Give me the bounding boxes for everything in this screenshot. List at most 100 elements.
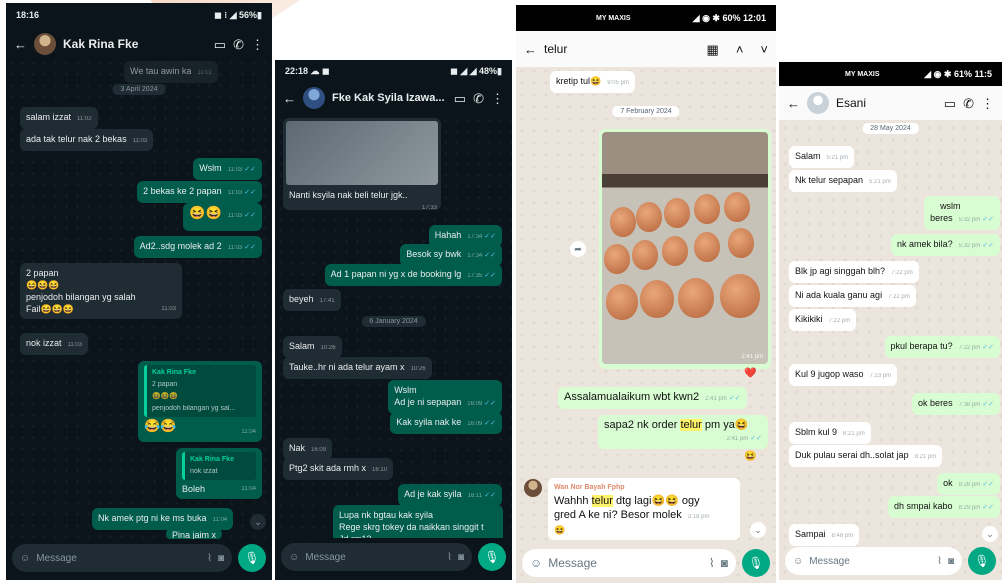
message-bubble[interactable]: Blk jp agi singgah blh? 7:22 pm: [789, 261, 919, 283]
message-bubble[interactable]: Duk pulau serai dh..solat jap 8:21 pm: [789, 445, 943, 467]
message-bubble[interactable]: Nk telur sepapan 5:21 pm: [789, 170, 897, 192]
quoted-message[interactable]: Kak Rina Fke 2 papan 😆😆😆 penjodoh bilangan …: [144, 365, 256, 417]
chevron-down-icon[interactable]: ˅: [760, 43, 768, 56]
mic-button[interactable]: 🎙: [968, 547, 996, 575]
contact-name[interactable]: Esani: [836, 96, 937, 110]
chevron-up-icon[interactable]: ˄: [736, 43, 744, 56]
message-bubble[interactable]: beyeh 17:41: [283, 289, 341, 311]
message-bubble[interactable]: Kak syila nak ke 16:09 ✓✓: [390, 412, 502, 434]
back-arrow-icon[interactable]: ←: [14, 38, 27, 51]
image-message[interactable]: Nanti ksyila nak beli telur jgk.. 17:33: [283, 118, 441, 211]
message-bubble[interactable]: Kul 9 jugop waso 7:23 pm: [789, 364, 898, 386]
video-call-icon[interactable]: ▭: [454, 92, 466, 105]
egg-tray-photo[interactable]: [602, 132, 768, 364]
message-bubble[interactable]: Nak 16:09: [283, 438, 333, 460]
attach-icon[interactable]: ⌇: [447, 552, 452, 563]
message-bubble[interactable]: ok beres 7:38 pm ✓✓: [912, 393, 1000, 415]
more-options-icon[interactable]: ⋮: [981, 97, 994, 110]
avatar[interactable]: [34, 33, 56, 55]
emoji-icon[interactable]: ☺: [289, 552, 299, 563]
more-options-icon[interactable]: ⋮: [491, 92, 504, 105]
message-bubble[interactable]: Wslm 11:03 ✓✓: [193, 158, 262, 180]
composer: ☺ Message ⌇ ◙ 🎙: [275, 538, 512, 576]
phone-call-icon[interactable]: ✆: [963, 97, 974, 110]
message-bubble[interactable]: Kikikiki 7:22 pm: [789, 309, 857, 331]
message-bubble[interactable]: ok 8:28 pm ✓✓: [937, 473, 1000, 495]
message-input[interactable]: ☺ Message ⌇ ◙: [12, 544, 232, 572]
phone-call-icon[interactable]: ✆: [473, 92, 484, 105]
camera-icon[interactable]: ◙: [948, 556, 954, 567]
message-bubble[interactable]: 2 bekas ke 2 papan 11:03 ✓✓: [137, 181, 262, 203]
camera-icon[interactable]: ◙: [458, 552, 464, 563]
mic-button[interactable]: 🎙: [238, 544, 266, 572]
back-arrow-icon[interactable]: ←: [787, 97, 800, 110]
camera-icon[interactable]: ◙: [721, 556, 728, 570]
message-bubble[interactable]: nk amek bila? 5:32 pm ✓✓: [891, 234, 1000, 256]
search-input[interactable]: telur: [544, 42, 700, 56]
avatar[interactable]: [807, 92, 829, 114]
message-input[interactable]: ☺ Message ⌇ ◙: [522, 549, 736, 577]
message-input[interactable]: ☺ Message ⌇ ◙: [281, 543, 472, 571]
emoji-icon[interactable]: ☺: [793, 556, 803, 567]
message-bubble[interactable]: Ad je kak syila 16:11 ✓✓: [398, 484, 502, 506]
image-message[interactable]: 2:41 pm: [599, 129, 771, 369]
contact-name[interactable]: Kak Rina Fke: [63, 37, 207, 51]
back-arrow-icon[interactable]: ←: [524, 43, 537, 56]
scroll-down-icon[interactable]: ⌄: [250, 514, 266, 530]
scroll-down-icon[interactable]: ⌄: [982, 526, 998, 542]
message-bubble[interactable]: Wan Nor Bayah Fphp Wahhh telur dtg lagi😆…: [548, 478, 740, 540]
message-bubble[interactable]: dh smpai kabo 8:29 pm ✓✓: [888, 496, 1000, 518]
mic-button[interactable]: 🎙: [478, 543, 506, 571]
blurred-image[interactable]: [286, 121, 438, 185]
message-bubble[interactable]: kretip tul😆 9:05 pm: [550, 71, 635, 93]
message-bubble[interactable]: Sblm kul 9 8:21 pm: [789, 422, 871, 444]
message-bubble[interactable]: wslm beres 5:32 pm ✓✓: [924, 196, 1000, 230]
attach-icon[interactable]: ⌇: [709, 556, 715, 570]
status-time: 18:16: [16, 10, 40, 20]
scroll-down-icon[interactable]: ⌄: [750, 522, 766, 538]
camera-icon[interactable]: ◙: [218, 553, 224, 564]
avatar[interactable]: [303, 87, 325, 109]
message-bubble[interactable]: Ni ada kuala ganu agi 7:22 pm: [789, 285, 916, 307]
status-icons: ◼ ◢ ◢ 48%▮: [450, 65, 502, 76]
message-bubble[interactable]: Ptg2 skit ada rmh x 16:10: [283, 458, 394, 480]
chat-header: ← Esani ▭ ✆ ⋮: [779, 86, 1002, 120]
emoji-icon[interactable]: ☺: [530, 556, 542, 570]
message-bubble[interactable]: salam izzat 11:02: [20, 107, 98, 129]
sender-avatar[interactable]: [524, 479, 542, 497]
forward-icon[interactable]: ➦: [570, 241, 586, 257]
message-bubble[interactable]: Ad2..sdg molek ad 2 11:03 ✓✓: [133, 236, 262, 258]
carrier: MY MAXIS: [596, 14, 631, 22]
calendar-icon[interactable]: ▦: [707, 43, 719, 56]
attach-icon[interactable]: ⌇: [937, 556, 942, 567]
message-bubble[interactable]: Ad 1 papan ni yg x de booking lg 17:35 ✓✓: [324, 264, 502, 286]
message-bubble[interactable]: Wslm Ad je ni sepapan 16:09 ✓✓: [388, 380, 502, 414]
contact-name[interactable]: Fke Kak Syila Izawa...: [332, 92, 447, 104]
back-arrow-icon[interactable]: ←: [283, 92, 296, 105]
message-bubble[interactable]: Nk amek ptg ni ke ms buka 11:04: [92, 508, 234, 530]
message-input[interactable]: ☺ Message ⌇ ◙: [785, 547, 962, 575]
more-options-icon[interactable]: ⋮: [251, 38, 264, 51]
message-bubble[interactable]: sapa2 nk order telur pm ya😆 2:41 pm ✓✓: [598, 415, 768, 449]
message-bubble[interactable]: 2 papan 😆😆😆 penjodoh bilangan yg salah Fai…: [20, 263, 182, 319]
video-call-icon[interactable]: ▭: [214, 38, 226, 51]
emoji-icon[interactable]: ☺: [20, 553, 30, 564]
message-bubble[interactable]: Sampai 8:48 pm: [789, 524, 860, 546]
quoted-message[interactable]: Kak Rina Fke nok izzat: [182, 452, 256, 480]
message-bubble[interactable]: Assalamualaikum wbt kwn2 2:41 pm ✓✓: [558, 387, 747, 409]
mic-button[interactable]: 🎙: [742, 549, 770, 577]
message-bubble[interactable]: 😆😆 11:03 ✓✓: [183, 203, 262, 231]
message-bubble[interactable]: ada tak telur nak 2 bekas 11:03: [20, 129, 154, 151]
message-bubble[interactable]: Tauke..hr ni ada telur ayam x 10:26: [283, 357, 432, 379]
message-bubble[interactable]: Salam 10:26: [283, 336, 342, 358]
message-bubble[interactable]: pkul berapa tu? 7:22 pm ✓✓: [884, 336, 1000, 358]
message-bubble[interactable]: Salam 5:21 pm: [789, 146, 855, 168]
reply-bubble[interactable]: Kak Rina Fke nok izzat Boleh 11:04: [176, 448, 262, 499]
message-bubble[interactable]: Besok sy bwk 17:34 ✓✓: [400, 244, 502, 266]
message-bubble[interactable]: nok izzat 11:03: [20, 333, 89, 355]
phone-call-icon[interactable]: ✆: [233, 38, 244, 51]
video-call-icon[interactable]: ▭: [944, 97, 956, 110]
reply-bubble[interactable]: Kak Rina Fke 2 papan 😆😆😆 penjodoh bilangan …: [138, 361, 262, 442]
attach-icon[interactable]: ⌇: [207, 553, 212, 564]
composer: ☺ Message ⌇ ◙ 🎙: [516, 545, 776, 581]
